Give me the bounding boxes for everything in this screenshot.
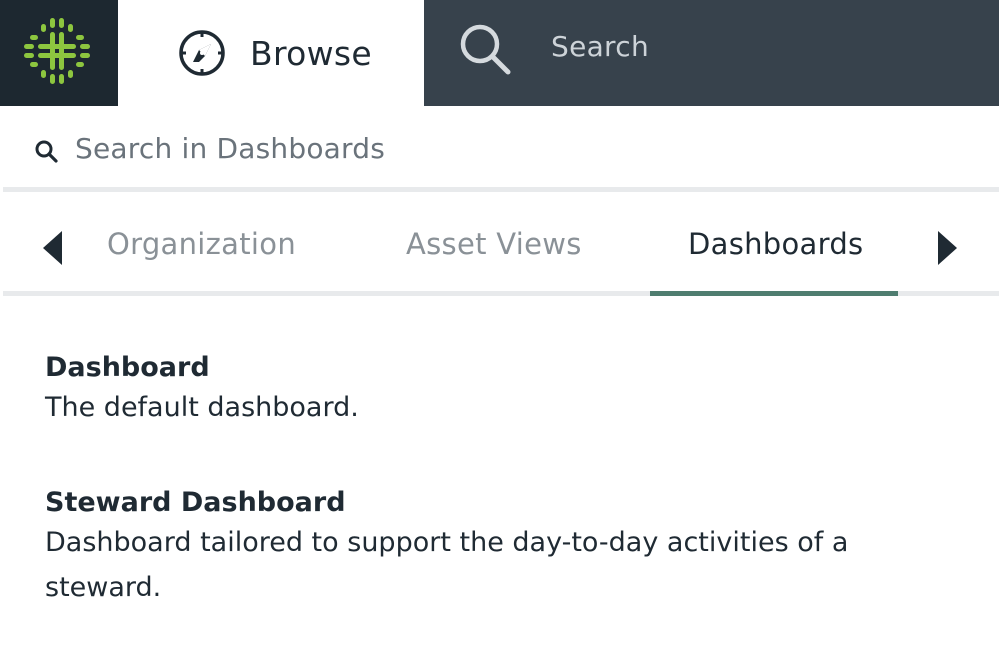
global-search-placeholder: Search [551, 30, 649, 63]
active-tab-indicator [650, 291, 898, 296]
browse-panel: Search in Dashboards Organization Asset … [3, 106, 999, 647]
dashboards-search-input[interactable]: Search in Dashboards [3, 106, 999, 192]
item-description: Dashboard tailored to support the day-to… [45, 527, 849, 603]
item-title: Steward Dashboard [45, 487, 346, 518]
tab-bar: Organization Asset Views Dashboards [3, 197, 999, 296]
browse-button[interactable]: Browse [118, 0, 424, 106]
item-title: Dashboard [45, 352, 210, 383]
top-header: Browse Search [0, 0, 999, 106]
browse-label: Browse [250, 33, 372, 73]
list-item[interactable]: Steward Dashboard Dashboard tailored to … [45, 487, 905, 610]
scroll-left-icon[interactable] [43, 231, 62, 265]
scroll-right-icon[interactable] [938, 231, 957, 265]
dashboards-search-placeholder: Search in Dashboards [75, 132, 386, 165]
item-description: The default dashboard. [45, 392, 359, 423]
tab-dashboards[interactable]: Dashboards [688, 227, 863, 261]
search-icon [35, 140, 58, 163]
tab-asset-views[interactable]: Asset Views [406, 227, 582, 261]
app-logo-icon [24, 18, 90, 84]
compass-icon [179, 30, 225, 76]
global-search-input[interactable]: Search [424, 0, 999, 106]
app-logo[interactable] [0, 0, 118, 106]
search-icon [460, 24, 511, 75]
tab-organization[interactable]: Organization [107, 227, 296, 261]
list-item[interactable]: Dashboard The default dashboard. [45, 352, 905, 430]
